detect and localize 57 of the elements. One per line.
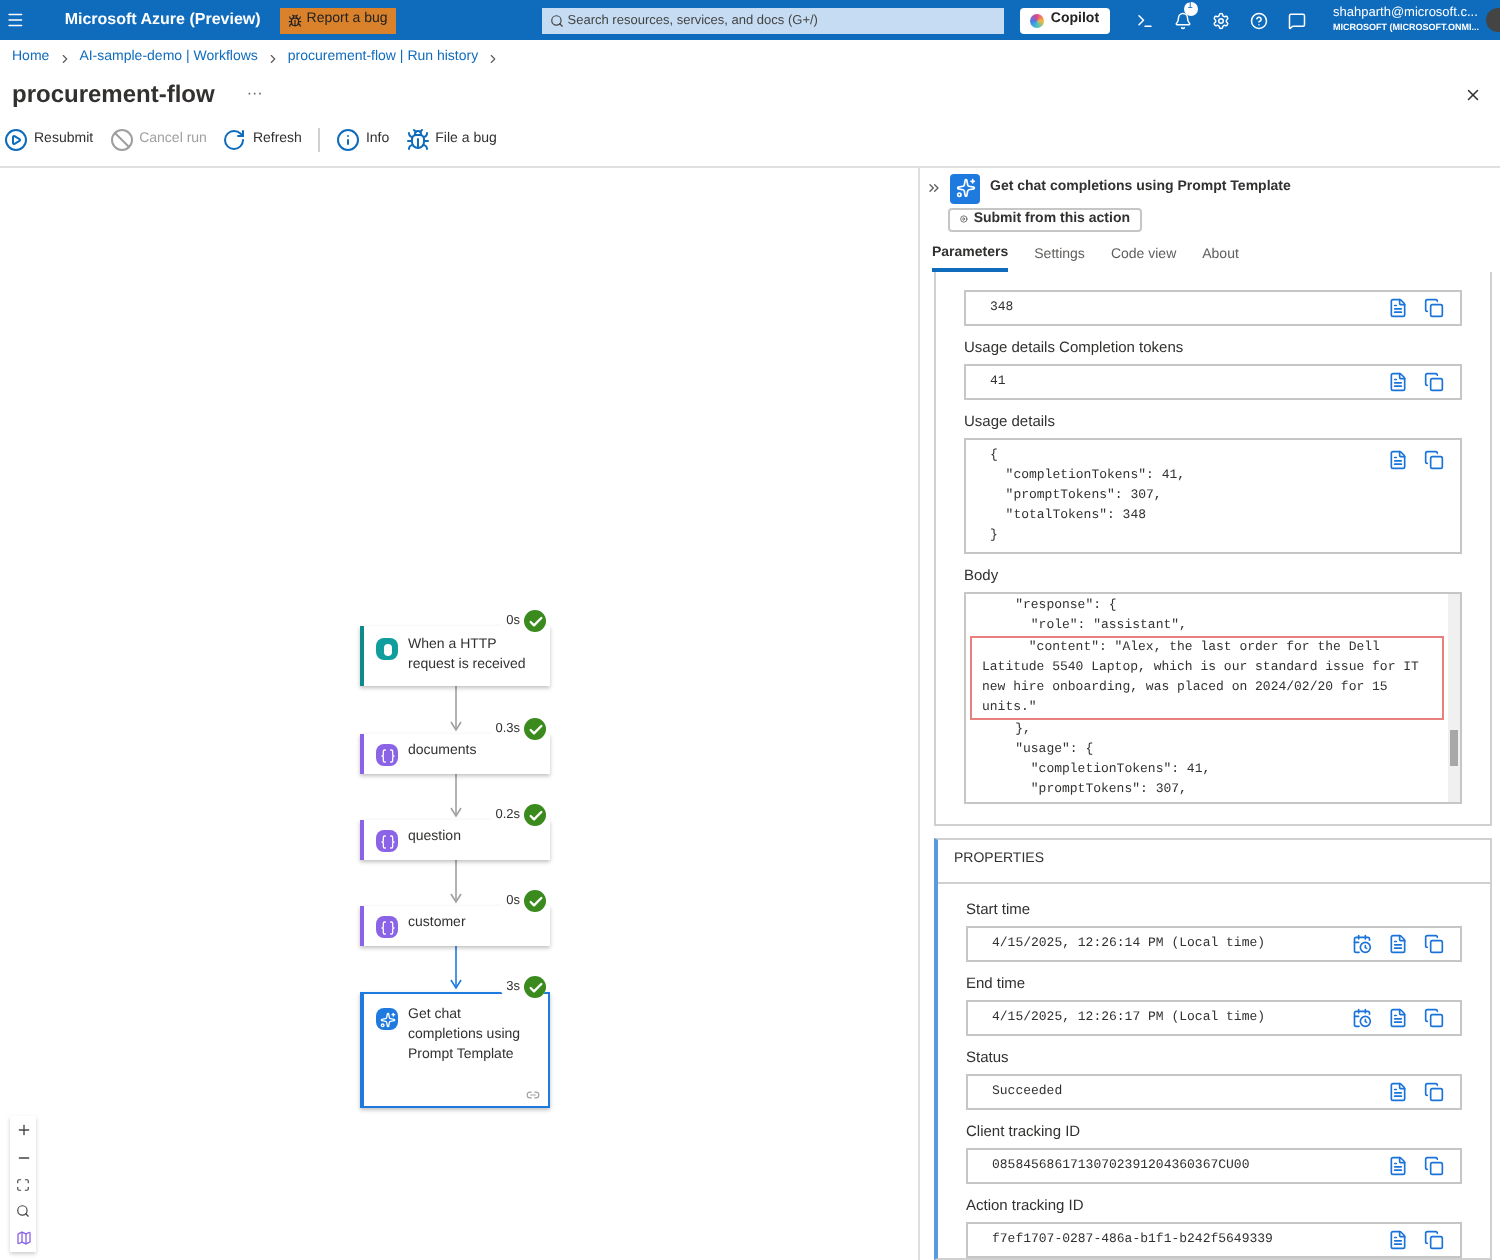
variable-icon bbox=[376, 744, 398, 766]
calendar-icon[interactable] bbox=[1352, 1008, 1372, 1028]
document-icon[interactable] bbox=[1388, 1082, 1408, 1102]
bug-icon bbox=[405, 128, 430, 152]
copy-icon[interactable] bbox=[1424, 1008, 1444, 1028]
help-icon[interactable] bbox=[1249, 11, 1268, 29]
map-icon[interactable] bbox=[15, 1230, 31, 1246]
scrollbar[interactable] bbox=[1448, 594, 1460, 802]
copilot-icon bbox=[1030, 13, 1045, 27]
more-button[interactable]: ··· bbox=[246, 82, 263, 106]
document-icon[interactable] bbox=[1388, 1230, 1408, 1250]
feedback-icon[interactable] bbox=[1287, 11, 1306, 29]
body-field[interactable] bbox=[964, 592, 1462, 804]
chevron-icon bbox=[57, 51, 72, 65]
fit-view-icon[interactable] bbox=[16, 1178, 30, 1192]
link-icon bbox=[526, 1088, 540, 1102]
refresh-icon bbox=[222, 128, 247, 152]
copy-icon[interactable] bbox=[1424, 1082, 1444, 1102]
connector-arrow bbox=[449, 860, 461, 906]
copy-icon[interactable] bbox=[1424, 1230, 1444, 1250]
document-icon[interactable] bbox=[1388, 450, 1408, 470]
search-icon[interactable] bbox=[16, 1204, 30, 1218]
collapse-icon[interactable] bbox=[926, 180, 942, 197]
document-icon[interactable] bbox=[1388, 298, 1408, 318]
copy-icon[interactable] bbox=[1424, 1156, 1444, 1176]
info-icon bbox=[335, 128, 360, 152]
document-icon[interactable] bbox=[1388, 1008, 1408, 1028]
menu-icon[interactable] bbox=[6, 10, 25, 30]
document-icon[interactable] bbox=[1388, 1156, 1408, 1176]
play-icon bbox=[960, 210, 968, 229]
search-icon bbox=[549, 13, 564, 27]
notifications-icon[interactable] bbox=[1173, 11, 1192, 29]
variable-icon bbox=[376, 830, 398, 852]
bug-icon bbox=[288, 13, 303, 27]
zoom-in-icon[interactable] bbox=[15, 1122, 31, 1138]
sparkle-icon bbox=[376, 1008, 398, 1030]
chevron-icon bbox=[265, 51, 280, 65]
connector-arrow bbox=[449, 686, 461, 734]
document-icon[interactable] bbox=[1388, 372, 1408, 392]
play-icon bbox=[4, 128, 28, 152]
brand-name[interactable]: Microsoft Azure (Preview) bbox=[64, 8, 261, 32]
page-title: procurement-flow bbox=[12, 78, 215, 112]
cancel-icon bbox=[109, 128, 134, 152]
terminal-icon[interactable] bbox=[1135, 11, 1154, 29]
chevron-icon bbox=[486, 51, 501, 65]
calendar-icon[interactable] bbox=[1352, 934, 1372, 954]
close-icon[interactable] bbox=[1464, 85, 1482, 103]
copy-icon[interactable] bbox=[1424, 934, 1444, 954]
copy-icon[interactable] bbox=[1424, 450, 1444, 470]
connector-arrow bbox=[449, 946, 461, 992]
copy-icon[interactable] bbox=[1424, 372, 1444, 392]
connector-arrow bbox=[449, 774, 461, 820]
settings-icon[interactable] bbox=[1211, 11, 1230, 29]
document-icon[interactable] bbox=[1388, 934, 1408, 954]
sparkle-icon bbox=[950, 173, 980, 204]
copy-icon[interactable] bbox=[1424, 298, 1444, 318]
variable-icon bbox=[376, 916, 398, 938]
